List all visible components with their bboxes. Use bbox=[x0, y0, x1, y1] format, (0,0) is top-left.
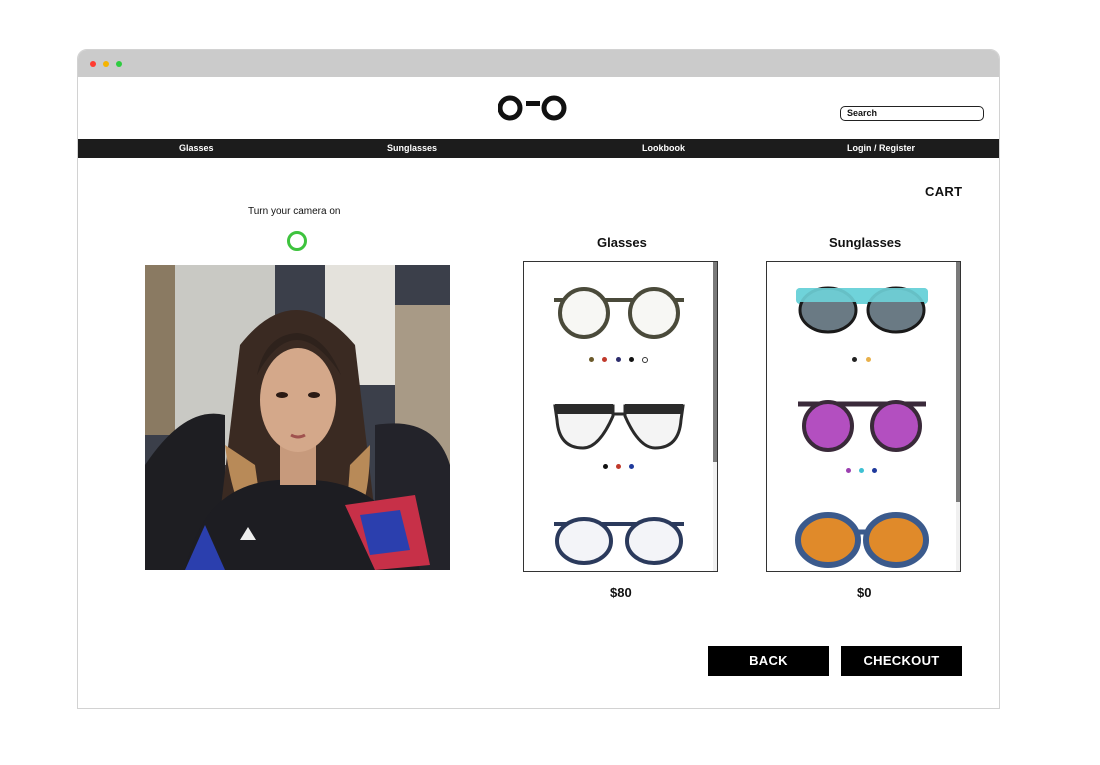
camera-feed bbox=[145, 265, 450, 570]
glasses-column-title: Glasses bbox=[597, 235, 647, 250]
cart-link[interactable]: CART bbox=[925, 184, 962, 199]
camera-prompt: Turn your camera on bbox=[248, 206, 341, 217]
sunglasses-product-1[interactable] bbox=[767, 282, 956, 382]
browser-window: Search Glasses Sunglasses Lookbook Login… bbox=[77, 49, 1000, 709]
swatch-brown[interactable] bbox=[588, 357, 594, 363]
swatch-black[interactable] bbox=[602, 464, 608, 470]
search-input[interactable]: Search bbox=[840, 106, 984, 121]
sunglasses-product-2[interactable] bbox=[767, 394, 956, 494]
swatch-black[interactable] bbox=[852, 357, 858, 363]
main-nav: Glasses Sunglasses Lookbook Login / Regi… bbox=[78, 139, 999, 158]
glasses-product-3[interactable] bbox=[524, 510, 713, 571]
nav-glasses[interactable]: Glasses bbox=[179, 139, 214, 158]
glasses-scrollbar[interactable] bbox=[713, 262, 717, 571]
sunglasses-panel[interactable] bbox=[766, 261, 961, 572]
glasses-price: $80 bbox=[610, 585, 632, 600]
glasses-1-color-swatches bbox=[524, 351, 713, 369]
close-window-dot[interactable] bbox=[90, 61, 96, 67]
glasses-product-1[interactable] bbox=[524, 282, 713, 382]
nav-login-register[interactable]: Login / Register bbox=[847, 139, 915, 158]
swatch-navy[interactable] bbox=[615, 357, 621, 363]
glasses-product-2[interactable] bbox=[524, 394, 713, 494]
swatch-purple[interactable] bbox=[845, 468, 851, 474]
sunglasses-1-color-swatches bbox=[767, 351, 956, 369]
sunglasses-frame-round-icon bbox=[798, 400, 926, 452]
back-button[interactable]: BACK bbox=[708, 646, 829, 676]
nav-lookbook[interactable]: Lookbook bbox=[642, 139, 685, 158]
sunglasses-column-title: Sunglasses bbox=[829, 235, 902, 250]
sunglasses-frame-cateye-icon bbox=[796, 286, 928, 334]
swatch-gold[interactable] bbox=[865, 357, 871, 363]
sunglasses-frame-oval-icon bbox=[795, 512, 929, 568]
glasses-frame-oval-icon bbox=[554, 517, 684, 565]
glasses-frame-browline-icon bbox=[553, 404, 685, 450]
glasses-scroll-thumb[interactable] bbox=[713, 262, 717, 462]
checkout-button[interactable]: CHECKOUT bbox=[841, 646, 962, 676]
swatch-blue[interactable] bbox=[872, 468, 878, 474]
sunglasses-product-3[interactable] bbox=[767, 510, 956, 571]
swatch-blue[interactable] bbox=[629, 464, 635, 470]
swatch-black[interactable] bbox=[628, 357, 634, 363]
sunglasses-2-color-swatches bbox=[767, 462, 956, 480]
glasses-panel[interactable] bbox=[523, 261, 718, 572]
swatch-red[interactable] bbox=[616, 464, 621, 470]
glasses-frame-round-icon bbox=[554, 287, 684, 339]
maximize-window-dot[interactable] bbox=[116, 61, 122, 67]
swatch-red[interactable] bbox=[602, 357, 608, 363]
sunglasses-scrollbar[interactable] bbox=[956, 262, 960, 571]
swatch-white[interactable] bbox=[642, 356, 649, 363]
site-logo[interactable] bbox=[498, 92, 578, 124]
sunglasses-price: $0 bbox=[857, 585, 872, 600]
camera-toggle-button[interactable] bbox=[287, 231, 307, 251]
nav-sunglasses[interactable]: Sunglasses bbox=[387, 139, 437, 158]
minimize-window-dot[interactable] bbox=[103, 61, 109, 67]
glasses-2-color-swatches bbox=[524, 458, 713, 476]
sunglasses-scroll-thumb[interactable] bbox=[956, 262, 960, 502]
camera-portrait-image bbox=[145, 265, 450, 570]
swatch-teal[interactable] bbox=[859, 468, 864, 474]
window-titlebar bbox=[78, 50, 999, 77]
